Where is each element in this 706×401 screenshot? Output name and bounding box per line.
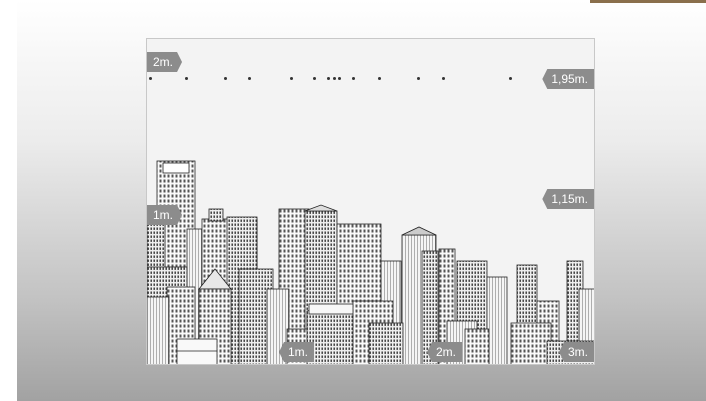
measure-dot bbox=[327, 77, 330, 80]
measure-dot bbox=[149, 77, 152, 80]
measure-dot bbox=[352, 77, 355, 80]
measure-dot bbox=[417, 77, 420, 80]
measure-dot bbox=[333, 77, 336, 80]
city-skyline-illustration bbox=[147, 160, 594, 364]
measure-dot bbox=[313, 77, 316, 80]
measure-dot bbox=[509, 77, 512, 80]
height-marker-2m: 2m. bbox=[147, 52, 182, 72]
measure-dot bbox=[248, 77, 251, 80]
measurement-frame: 2m. 1m. 1,95m. 1,15m. 1m. 2m. 3m. bbox=[146, 38, 595, 365]
height-marker-1m: 1m. bbox=[147, 205, 182, 225]
measure-dot bbox=[338, 77, 341, 80]
measure-dot bbox=[442, 77, 445, 80]
measure-dot bbox=[185, 77, 188, 80]
measure-dot bbox=[290, 77, 293, 80]
width-marker-2m: 2m. bbox=[427, 342, 463, 362]
measure-dot bbox=[378, 77, 381, 80]
height-marker-1-15m: 1,15m. bbox=[542, 189, 594, 209]
corner-accent-tab bbox=[590, 0, 706, 3]
width-marker-3m: 3m. bbox=[558, 342, 594, 362]
measure-dot bbox=[224, 77, 227, 80]
width-marker-1m: 1m. bbox=[279, 342, 315, 362]
height-marker-1-95m: 1,95m. bbox=[542, 69, 594, 89]
